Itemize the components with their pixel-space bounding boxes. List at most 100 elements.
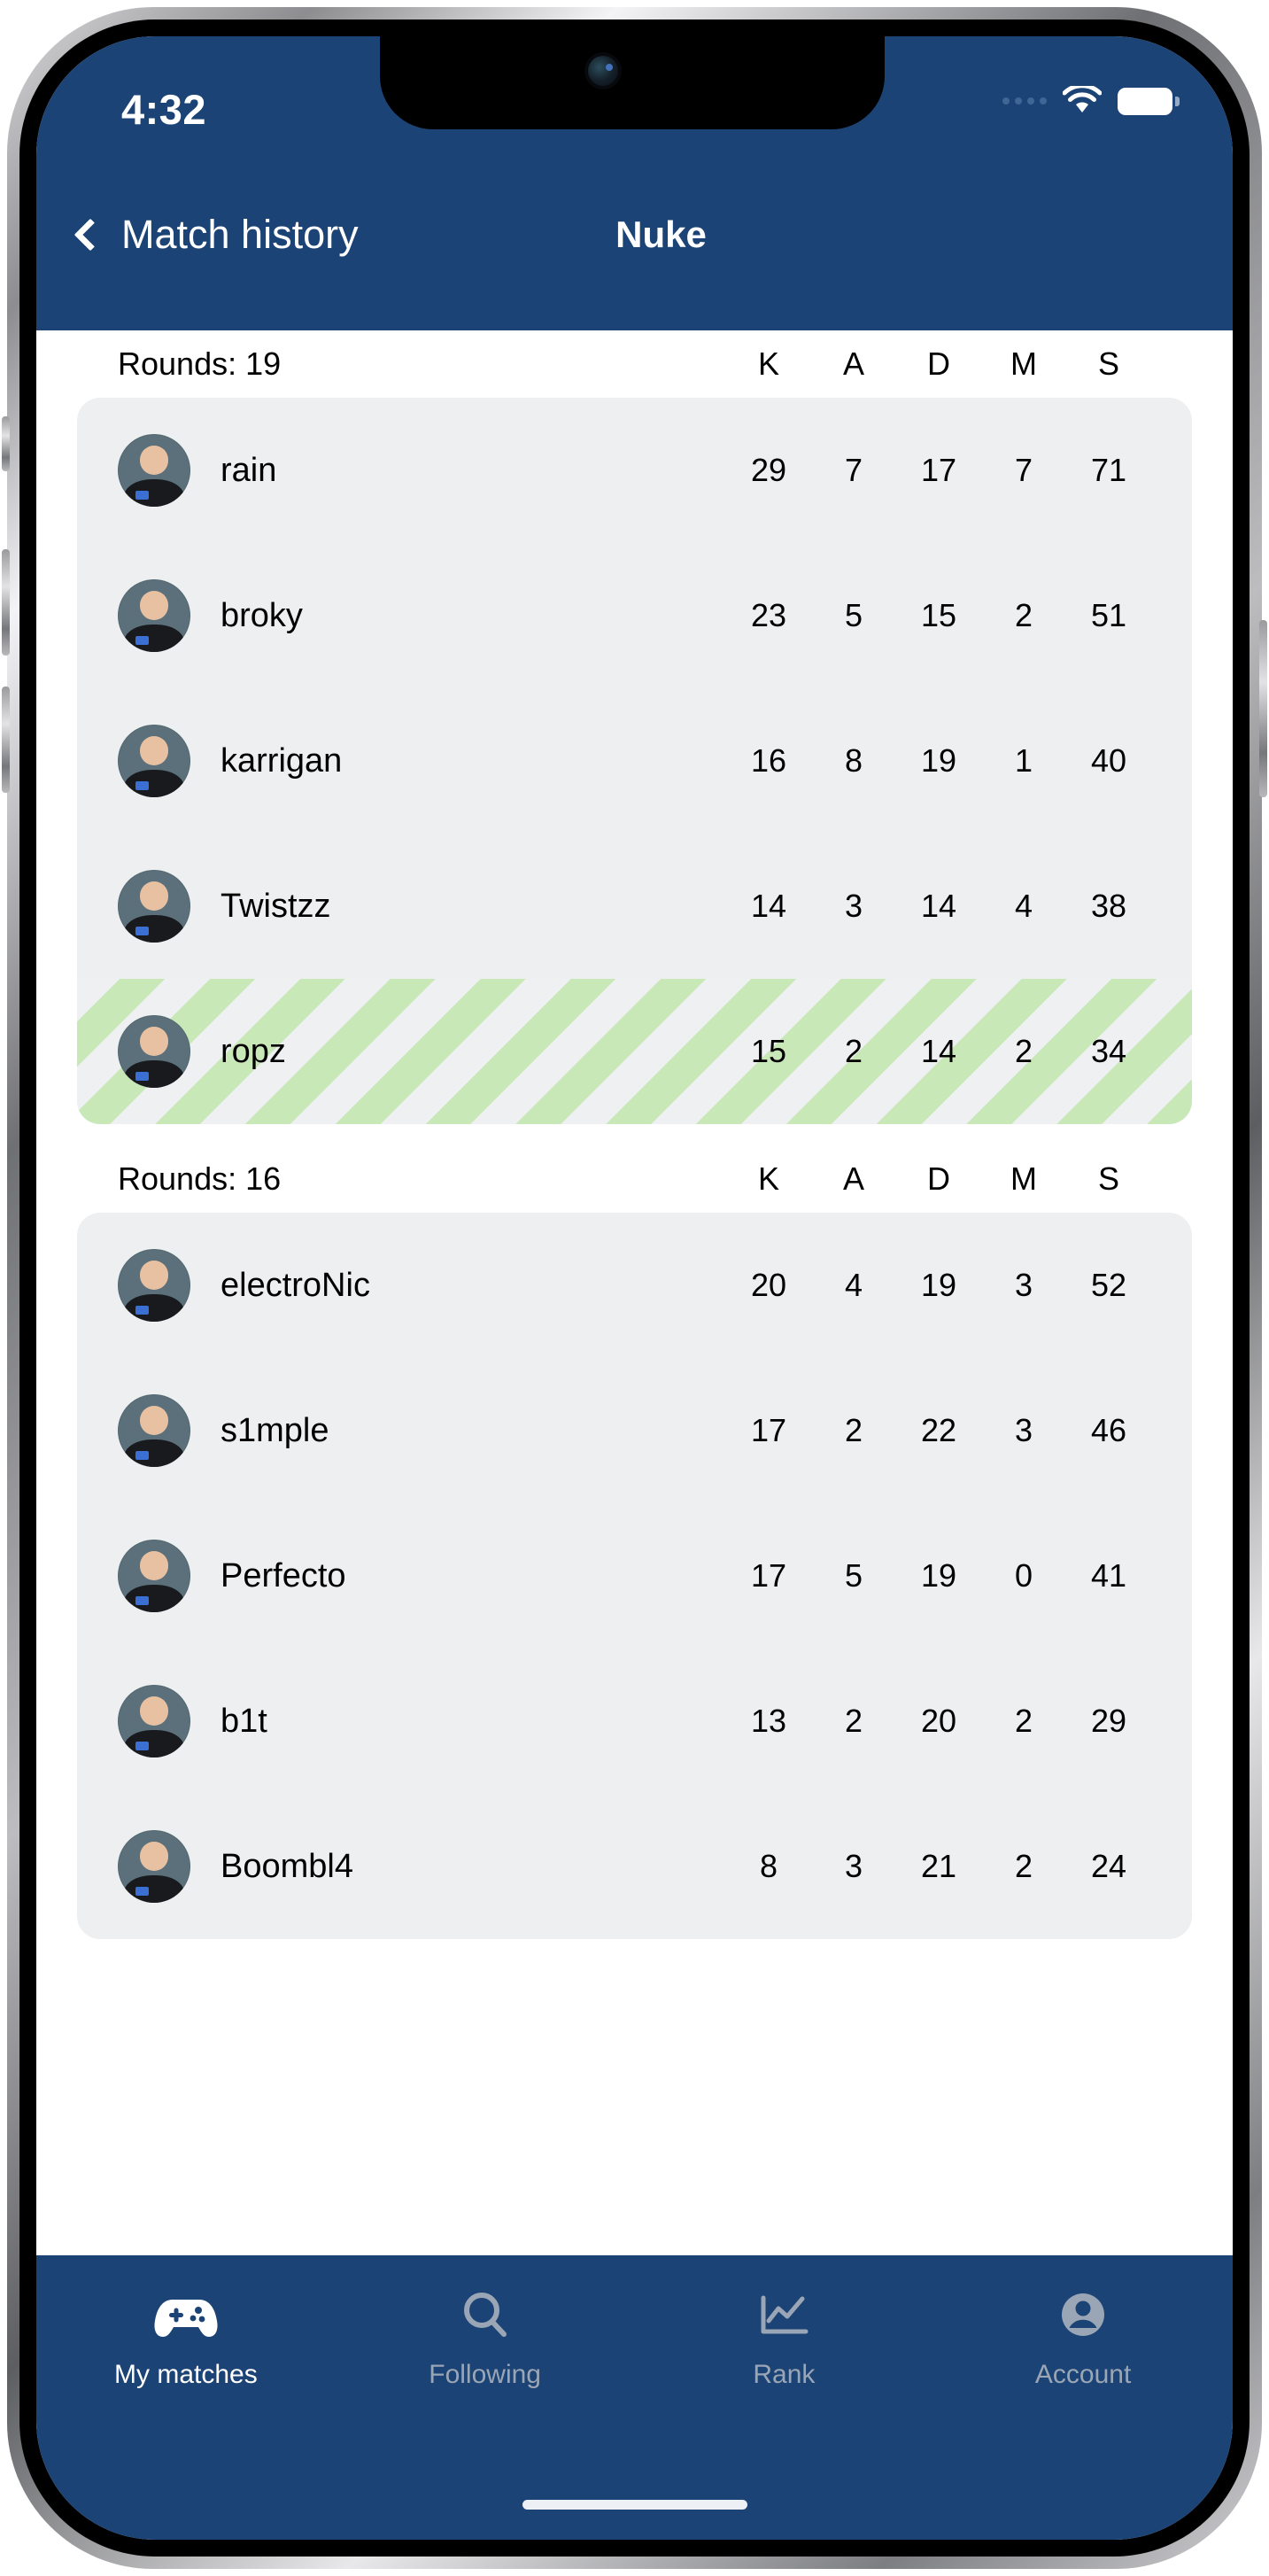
table-row[interactable]: Boombl4 8 3 21 2 24	[77, 1794, 1192, 1939]
column-header-d: D	[927, 345, 950, 382]
stat-k: 23	[750, 597, 787, 633]
stat-a: 5	[844, 597, 863, 633]
table-row[interactable]: broky 23 5 15 2 51	[77, 543, 1192, 688]
section-header: Rounds: 16 K A D M S	[77, 1145, 1192, 1213]
stat-a: 7	[844, 452, 863, 488]
table-row[interactable]: Twistzz 14 3 14 4 38	[77, 834, 1192, 979]
stat-a: 5	[844, 1557, 863, 1594]
silent-switch-button[interactable]	[2, 416, 10, 471]
table-row[interactable]: ropz 15 2 14 2 34	[77, 979, 1192, 1124]
stat-k: 17	[750, 1557, 787, 1594]
stat-s: 40	[1090, 742, 1127, 779]
phone-screen: 4:32 Match history Nuke Rounds: 19 K A D…	[36, 36, 1233, 2540]
table-row[interactable]: rain 29 7 17 7 71	[77, 398, 1192, 543]
player-stats: 20 4 19 3 52	[726, 1267, 1151, 1304]
stat-d: 19	[920, 1557, 957, 1594]
stat-a: 4	[844, 1267, 863, 1303]
phone-frame: 4:32 Match history Nuke Rounds: 19 K A D…	[0, 0, 1269, 2576]
tab-my-matches[interactable]: My matches	[36, 2287, 336, 2390]
tab-rank[interactable]: Rank	[635, 2287, 934, 2390]
search-icon	[453, 2287, 518, 2346]
signal-dots-icon	[1002, 97, 1047, 105]
column-header-a: A	[842, 1160, 864, 1197]
chart-line-icon	[751, 2287, 816, 2346]
section-header: Rounds: 19 K A D M S	[77, 330, 1192, 398]
stat-s: 34	[1090, 1033, 1127, 1069]
rounds-label: Rounds: 19	[118, 345, 282, 382]
stat-s: 71	[1090, 452, 1127, 488]
battery-icon	[1118, 87, 1180, 115]
stat-m: 1	[1014, 742, 1033, 779]
stat-m: 2	[1014, 1848, 1033, 1884]
stat-k: 29	[750, 452, 787, 488]
tab-following[interactable]: Following	[336, 2287, 635, 2390]
page-title: Nuke	[615, 213, 707, 255]
stat-a: 3	[844, 888, 863, 924]
stat-m: 2	[1014, 1703, 1033, 1739]
player-name: karrigan	[221, 741, 343, 780]
volume-up-button[interactable]	[2, 549, 10, 656]
stat-a: 8	[844, 742, 863, 779]
avatar	[118, 1394, 190, 1467]
tab-label: Following	[429, 2360, 541, 2389]
avatar	[118, 870, 190, 943]
stat-m: 3	[1014, 1412, 1033, 1448]
stat-s: 46	[1090, 1412, 1127, 1448]
player-name: Twistzz	[221, 887, 331, 925]
stat-k: 17	[750, 1412, 787, 1448]
table-row[interactable]: b1t 13 2 20 2 29	[77, 1649, 1192, 1794]
table-row[interactable]: s1mple 17 2 22 3 46	[77, 1358, 1192, 1503]
table-row[interactable]: karrigan 16 8 19 1 40	[77, 688, 1192, 834]
avatar	[118, 434, 190, 507]
stat-k: 20	[750, 1267, 787, 1303]
column-headers: KADMS	[726, 1160, 1151, 1198]
avatar	[118, 1249, 190, 1322]
column-headers: KADMS	[726, 345, 1151, 383]
stat-s: 38	[1090, 888, 1127, 924]
volume-down-button[interactable]	[2, 687, 10, 793]
column-header-s: S	[1097, 345, 1119, 382]
table-row[interactable]: electroNic 20 4 19 3 52	[77, 1213, 1192, 1358]
tab-account[interactable]: Account	[933, 2287, 1233, 2390]
avatar	[118, 725, 190, 797]
stat-m: 2	[1014, 1033, 1033, 1069]
tab-label: Account	[1034, 2360, 1132, 2389]
stat-d: 19	[920, 742, 957, 779]
stat-d: 15	[920, 597, 957, 633]
player-stats: 13 2 20 2 29	[726, 1703, 1151, 1740]
stat-k: 14	[750, 888, 787, 924]
column-header-m: M	[1010, 345, 1037, 382]
avatar	[118, 579, 190, 652]
player-name: rain	[221, 451, 277, 489]
column-header-a: A	[842, 345, 864, 382]
stat-m: 2	[1014, 597, 1033, 633]
player-stats: 8 3 21 2 24	[726, 1848, 1151, 1885]
stat-m: 4	[1014, 888, 1033, 924]
person-circle-icon	[1050, 2287, 1116, 2346]
stat-a: 2	[844, 1033, 863, 1069]
player-stats: 16 8 19 1 40	[726, 742, 1151, 780]
stat-k: 8	[759, 1848, 778, 1884]
avatar	[118, 1015, 190, 1088]
table-row[interactable]: Perfecto 17 5 19 0 41	[77, 1503, 1192, 1649]
stat-d: 21	[920, 1848, 957, 1884]
player-stats: 17 5 19 0 41	[726, 1557, 1151, 1594]
stat-d: 20	[920, 1703, 957, 1739]
stat-a: 2	[844, 1412, 863, 1448]
player-stats: 17 2 22 3 46	[726, 1412, 1151, 1449]
player-table: electroNic 20 4 19 3 52 s1mple 17 2 22 3 46 Perfecto…	[77, 1213, 1192, 1939]
stat-d: 14	[920, 1033, 957, 1069]
player-stats: 15 2 14 2 34	[726, 1033, 1151, 1070]
tab-label: My matches	[114, 2360, 258, 2389]
player-stats: 23 5 15 2 51	[726, 597, 1151, 634]
rounds-label: Rounds: 16	[118, 1160, 282, 1197]
bottom-tab-bar: My matches Following Rank Account	[36, 2255, 1233, 2540]
navigation-bar: Match history Nuke	[36, 169, 1233, 330]
player-name: electroNic	[221, 1266, 370, 1304]
player-table: rain 29 7 17 7 71 broky 23 5 15 2 51 karrigan 16 8 19 1 4…	[77, 398, 1192, 1124]
column-header-k: K	[757, 1160, 779, 1197]
status-time: 4:32	[121, 86, 207, 133]
avatar	[118, 1685, 190, 1757]
home-indicator[interactable]	[522, 2500, 747, 2510]
power-button[interactable]	[1259, 620, 1267, 797]
